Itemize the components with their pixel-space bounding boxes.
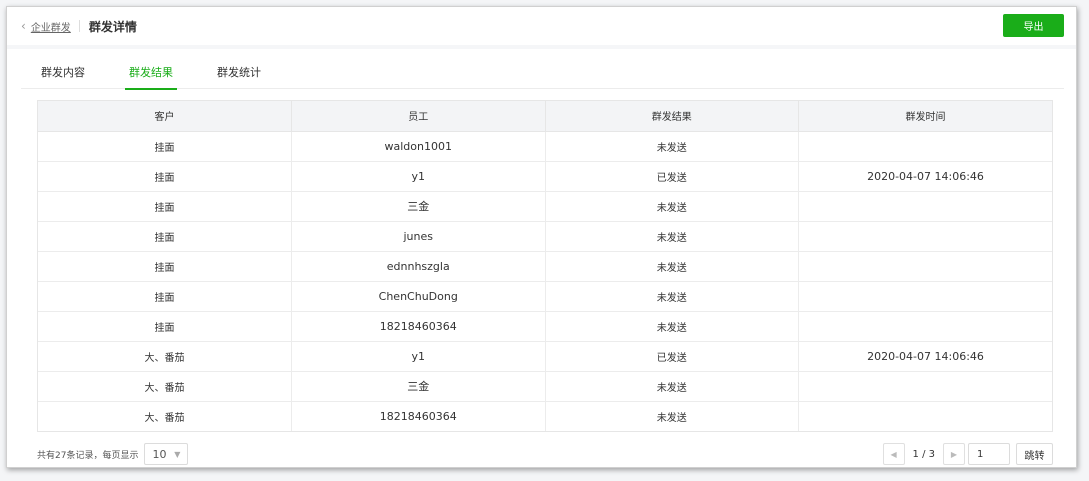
customer-cell: 大、番茄 xyxy=(38,401,292,431)
employee-cell: 18218460364 xyxy=(291,311,546,342)
result-cell: 未发送 xyxy=(545,131,799,162)
time-cell xyxy=(798,131,1052,162)
table-row: 挂面 三金 未发送 xyxy=(38,191,1052,222)
result-cell: 未发送 xyxy=(545,401,799,431)
page-size-value: 10 xyxy=(152,447,167,461)
customer-cell: 挂面 xyxy=(38,131,292,162)
customer-cell: 大、番茄 xyxy=(38,341,292,372)
employee-cell: ednnhszgla xyxy=(291,251,546,282)
column-header-employee: 员工 xyxy=(291,101,546,132)
caret-right-icon: ▶ xyxy=(950,449,958,459)
employee-cell: junes xyxy=(291,221,546,252)
page-number-input[interactable] xyxy=(968,443,1010,465)
result-cell: 未发送 xyxy=(545,281,799,312)
table-row: 挂面 18218460364 未发送 xyxy=(38,311,1052,342)
tab-content[interactable]: 群发内容 xyxy=(41,55,85,89)
prev-page-button[interactable]: ◀ xyxy=(882,443,905,465)
time-cell xyxy=(798,221,1052,252)
table-row: 挂面 ednnhszgla 未发送 xyxy=(38,251,1052,282)
next-page-button[interactable]: ▶ xyxy=(943,443,965,465)
time-cell xyxy=(798,371,1052,402)
column-header-result: 群发结果 xyxy=(545,101,799,132)
employee-cell: y1 xyxy=(291,341,546,372)
table-row: 大、番茄 三金 未发送 xyxy=(38,371,1052,402)
employee-cell: 18218460364 xyxy=(291,401,546,431)
customer-cell: 挂面 xyxy=(38,311,292,342)
tab-label: 群发统计 xyxy=(217,66,261,79)
table-row: 挂面 waldon1001 未发送 xyxy=(38,131,1052,162)
result-cell: 未发送 xyxy=(545,371,799,402)
table-row: 挂面 y1 已发送 2020-04-07 14:06:46 xyxy=(38,161,1052,192)
customer-cell: 挂面 xyxy=(38,221,292,252)
customer-cell: 大、番茄 xyxy=(38,371,292,402)
time-cell: 2020-04-07 14:06:46 xyxy=(798,161,1052,192)
table-row: 大、番茄 18218460364 未发送 xyxy=(38,401,1052,431)
result-cell: 未发送 xyxy=(545,221,799,252)
page-size-select[interactable]: 10 ▼ xyxy=(144,443,189,465)
page-header: ‹ 企业群发 群发详情 导出 xyxy=(7,7,1076,45)
header-divider xyxy=(78,20,80,32)
table-row: 挂面 junes 未发送 xyxy=(38,221,1052,252)
export-button[interactable]: 导出 xyxy=(1003,14,1064,37)
table-row: 挂面 ChenChuDong 未发送 xyxy=(38,281,1052,312)
customer-cell: 挂面 xyxy=(38,251,292,282)
tab-bar: 群发内容 群发结果 群发统计 xyxy=(21,55,1064,90)
pagination: ◀ 1 / 3 ▶ 跳转 xyxy=(882,443,1053,465)
employee-cell: waldon1001 xyxy=(291,131,546,162)
customer-cell: 挂面 xyxy=(38,161,292,192)
time-cell xyxy=(798,311,1052,342)
result-cell: 未发送 xyxy=(545,191,799,222)
main-panel: ‹ 企业群发 群发详情 导出 群发内容 群发结果 群发统计 客户 员工 群发结果… xyxy=(6,6,1077,468)
time-cell xyxy=(799,401,1053,431)
employee-cell: y1 xyxy=(291,161,546,192)
result-cell: 已发送 xyxy=(545,341,799,372)
result-cell: 已发送 xyxy=(545,161,799,192)
time-cell xyxy=(798,191,1052,222)
time-cell xyxy=(798,281,1052,312)
employee-cell: 三金 xyxy=(291,191,546,222)
result-cell: 未发送 xyxy=(545,311,799,342)
column-header-customer: 客户 xyxy=(38,101,292,132)
result-cell: 未发送 xyxy=(545,251,799,282)
tab-label: 群发内容 xyxy=(41,66,85,79)
caret-left-icon: ◀ xyxy=(890,449,897,459)
pagination-summary: 共有27条记录，每页显示 10 ▼ xyxy=(37,443,189,465)
header-gap xyxy=(7,45,1076,49)
record-count-text: 共有27条记录，每页显示 xyxy=(37,450,139,461)
table-header-row: 客户 员工 群发结果 群发时间 xyxy=(38,101,1052,132)
chevron-left-icon[interactable]: ‹ xyxy=(21,19,26,33)
column-header-time: 群发时间 xyxy=(798,101,1052,132)
caret-down-icon: ▼ xyxy=(174,449,181,459)
tab-statistics[interactable]: 群发统计 xyxy=(217,55,261,89)
tab-results[interactable]: 群发结果 xyxy=(125,55,177,90)
table-row: 大、番茄 y1 已发送 2020-04-07 14:06:46 xyxy=(38,341,1052,372)
employee-cell: 三金 xyxy=(291,371,546,402)
employee-cell: ChenChuDong xyxy=(291,281,546,312)
active-tab-indicator xyxy=(125,88,177,90)
jump-button[interactable]: 跳转 xyxy=(1016,443,1053,465)
page-indicator: 1 / 3 xyxy=(912,448,935,460)
customer-cell: 挂面 xyxy=(38,191,292,222)
customer-cell: 挂面 xyxy=(38,281,292,312)
breadcrumb-link[interactable]: 企业群发 xyxy=(31,19,71,34)
tab-label: 群发结果 xyxy=(129,66,173,79)
page-title: 群发详情 xyxy=(88,19,137,34)
time-cell xyxy=(798,251,1052,282)
results-table: 客户 员工 群发结果 群发时间 挂面 waldon1001 未发送 挂面 y1 … xyxy=(37,100,1053,432)
time-cell: 2020-04-07 14:06:46 xyxy=(798,341,1052,372)
